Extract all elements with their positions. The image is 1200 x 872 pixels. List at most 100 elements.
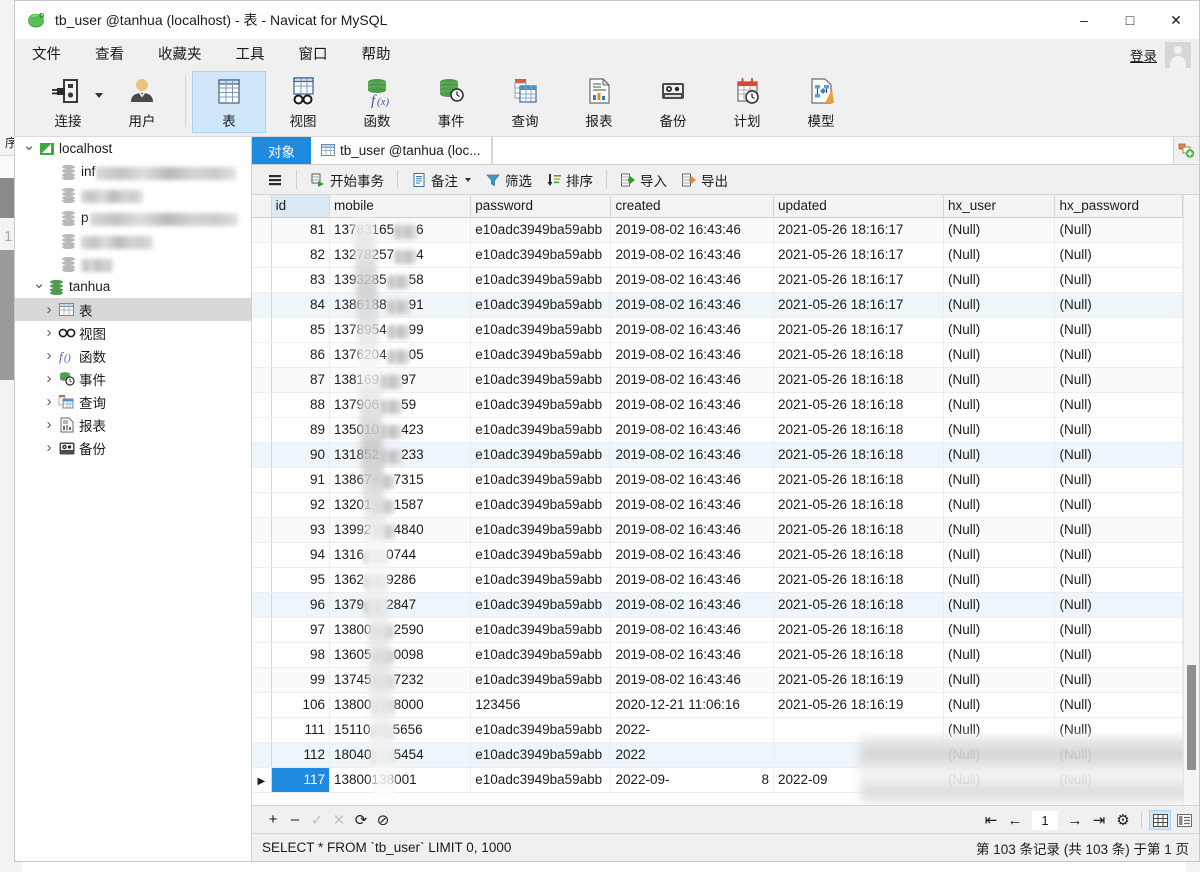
cell-updated[interactable]: 2021-05-26 18:16:18 [773, 467, 944, 493]
cell-mobile[interactable]: 131852 233 [329, 442, 472, 468]
cell-mobile[interactable]: 13605 0098 [329, 642, 472, 668]
cell-mobile[interactable]: 1316 0744 [329, 542, 472, 568]
ribbon-view[interactable]: 视图 [266, 71, 340, 133]
cell-mobile[interactable]: 13783165 6 [329, 217, 472, 243]
refresh-button[interactable]: ⟳ [350, 809, 372, 831]
menu-tools[interactable]: 工具 [219, 39, 282, 71]
cell-updated[interactable]: 2021-05-26 18:16:18 [773, 442, 944, 468]
maximize-button[interactable]: □ [1107, 1, 1153, 39]
tree-item-queries[interactable]: 查询 [15, 390, 251, 413]
cell-created[interactable]: 2019-08-02 16:43:46 [610, 517, 774, 543]
cell-updated[interactable]: 2021-05-26 18:16:18 [773, 417, 944, 443]
cell-hx-user[interactable]: (Null) [943, 642, 1056, 668]
cell-password[interactable]: e10adc3949ba59abb [470, 592, 612, 618]
prev-page-button[interactable]: ← [1004, 809, 1026, 831]
cell-password[interactable]: 123456 [470, 692, 612, 718]
row-marker[interactable] [252, 317, 272, 343]
cell-mobile[interactable]: 13992 4840 [329, 517, 472, 543]
column-header-updated[interactable]: updated [773, 195, 944, 218]
menu-favorites[interactable]: 收藏夹 [141, 39, 219, 71]
cell-hx-password[interactable]: (Null) [1054, 267, 1183, 293]
table-row[interactable]: ▶ 117 13800138001 e10adc3949ba59abb 2022-09-… [252, 767, 1183, 793]
tree-database-tanhua[interactable]: tanhua [15, 275, 251, 298]
table-row[interactable]: 106 13800 8000 123456 2020-12-21 11:06:16 202… [252, 692, 1183, 718]
row-marker[interactable] [252, 517, 272, 543]
cell-id[interactable]: 94 [271, 542, 331, 568]
cell-updated[interactable]: 2021-05-26 18:16:18 [773, 492, 944, 518]
cell-hx-user[interactable]: (Null) [943, 542, 1056, 568]
cell-created[interactable]: 2019-08-02 16:43:46 [610, 217, 774, 243]
cell-created[interactable]: 2019-08-02 16:43:46 [610, 492, 774, 518]
cell-updated[interactable] [773, 717, 944, 743]
tree-database-5[interactable] [15, 252, 251, 275]
cell-mobile[interactable]: 13278257 4 [329, 242, 472, 268]
begin-transaction-button[interactable]: 开始事务 [303, 167, 391, 193]
chevron-right-icon[interactable] [41, 347, 57, 364]
cell-hx-password[interactable]: (Null) [1054, 342, 1183, 368]
cell-id[interactable]: 83 [271, 267, 331, 293]
column-header-mobile[interactable]: mobile [329, 195, 472, 218]
table-row[interactable]: 89 135010 423 e10adc3949ba59abb 2019-08-02 1… [252, 417, 1183, 443]
cell-id[interactable]: 88 [271, 392, 331, 418]
row-marker[interactable] [252, 492, 272, 518]
row-marker[interactable] [252, 442, 272, 468]
cell-created[interactable]: 2019-08-02 16:43:46 [610, 442, 774, 468]
row-marker[interactable] [252, 717, 272, 743]
cell-created[interactable]: 2019-08-02 16:43:46 [610, 242, 774, 268]
cell-created[interactable]: 2019-08-02 16:43:46 [610, 467, 774, 493]
cell-updated[interactable]: 2021-05-26 18:16:18 [773, 517, 944, 543]
cell-id[interactable]: 90 [271, 442, 331, 468]
cell-hx-password[interactable]: (Null) [1054, 617, 1183, 643]
menu-view[interactable]: 查看 [78, 39, 141, 71]
row-marker[interactable] [252, 242, 272, 268]
tree-item-views[interactable]: 视图 [15, 321, 251, 344]
tree-item-events[interactable]: 事件 [15, 367, 251, 390]
menu-help[interactable]: 帮助 [345, 39, 408, 71]
cell-hx-user[interactable]: (Null) [943, 692, 1056, 718]
cell-hx-user[interactable]: (Null) [943, 217, 1056, 243]
delete-record-button[interactable]: – [284, 809, 306, 831]
cell-updated[interactable]: 2021-05-26 18:16:17 [773, 267, 944, 293]
cell-password[interactable]: e10adc3949ba59abb [470, 642, 612, 668]
cell-hx-password[interactable]: (Null) [1054, 767, 1183, 793]
cell-updated[interactable]: 2021-05-26 18:16:17 [773, 292, 944, 318]
ribbon-user[interactable]: 用户 [105, 71, 179, 133]
cell-password[interactable]: e10adc3949ba59abb [470, 467, 612, 493]
cell-hx-user[interactable]: (Null) [943, 392, 1056, 418]
ribbon-function[interactable]: f (x) 函数 [340, 71, 414, 133]
cell-id[interactable]: 106 [271, 692, 331, 718]
cell-updated[interactable]: 2021-05-26 18:16:18 [773, 392, 944, 418]
cell-created[interactable]: 2019-08-02 16:43:46 [610, 667, 774, 693]
cell-hx-user[interactable]: (Null) [943, 342, 1056, 368]
cell-hx-user[interactable]: (Null) [943, 442, 1056, 468]
grid-vertical-scrollbar[interactable] [1183, 195, 1199, 805]
cell-hx-password[interactable]: (Null) [1054, 392, 1183, 418]
chevron-right-icon[interactable] [41, 324, 57, 341]
cell-updated[interactable]: 2021-05-26 18:16:19 [773, 667, 944, 693]
cell-password[interactable]: e10adc3949ba59abb [470, 367, 612, 393]
avatar[interactable] [1165, 42, 1191, 68]
cell-hx-password[interactable]: (Null) [1054, 467, 1183, 493]
cell-mobile[interactable]: 1379 2847 [329, 592, 472, 618]
cell-id[interactable]: 98 [271, 642, 331, 668]
table-row[interactable]: 111 15110 5656 e10adc3949ba59abb 2022- (Null)… [252, 717, 1183, 743]
table-row[interactable]: 99 13745 7232 e10adc3949ba59abb 2019-08-02 1… [252, 667, 1183, 693]
cell-hx-user[interactable]: (Null) [943, 267, 1056, 293]
add-record-button[interactable]: + [262, 809, 284, 831]
chevron-right-icon[interactable] [41, 393, 57, 410]
ribbon-report[interactable]: 报表 [562, 71, 636, 133]
sort-button[interactable]: 排序 [539, 167, 600, 193]
cell-password[interactable]: e10adc3949ba59abb [470, 342, 612, 368]
minimize-button[interactable]: – [1061, 1, 1107, 39]
cell-hx-password[interactable]: (Null) [1054, 717, 1183, 743]
cell-hx-user[interactable]: (Null) [943, 592, 1056, 618]
table-row[interactable]: 97 13800 2590 e10adc3949ba59abb 2019-08-02 1… [252, 617, 1183, 643]
cell-id[interactable]: 96 [271, 592, 331, 618]
cell-hx-user[interactable]: (Null) [943, 567, 1056, 593]
cell-id[interactable]: 81 [271, 217, 331, 243]
table-row[interactable]: 81 13783165 6 e10adc3949ba59abb 2019-08-02 1… [252, 217, 1183, 243]
cell-hx-password[interactable]: (Null) [1054, 417, 1183, 443]
import-button[interactable]: 导入 [613, 167, 674, 193]
row-marker[interactable] [252, 467, 272, 493]
table-row[interactable]: 96 1379 2847 e10adc3949ba59abb 2019-08-02 16… [252, 592, 1183, 618]
